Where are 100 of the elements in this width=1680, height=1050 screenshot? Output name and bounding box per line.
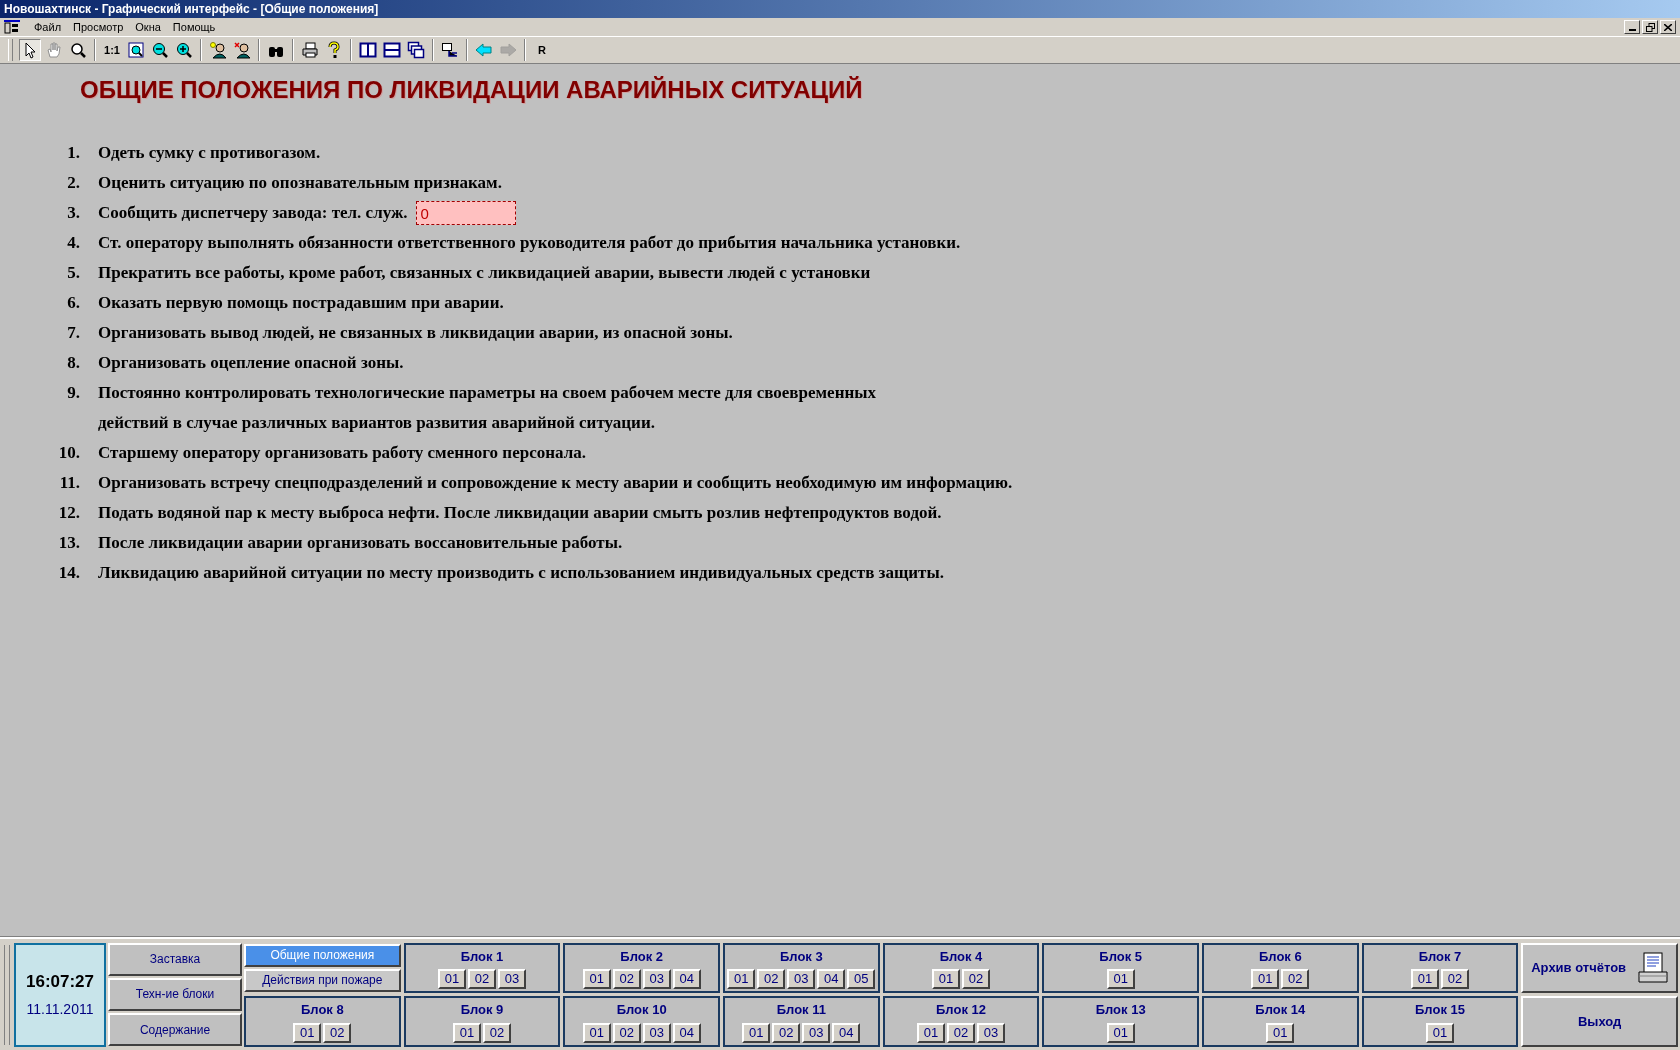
unit-button[interactable]: 01	[582, 969, 611, 989]
item-number: 8.	[66, 352, 81, 375]
unit-button[interactable]: 01	[438, 969, 466, 989]
unit-button[interactable]: 02	[468, 969, 496, 989]
phone-input-field[interactable]: 0	[415, 201, 516, 225]
close-button[interactable]	[1660, 20, 1676, 34]
instruction-text: Старшему оператору организовать работу сменного персонала.	[98, 442, 586, 465]
unit-button[interactable]: 04	[672, 969, 701, 989]
unit-button[interactable]: 02	[323, 1022, 352, 1043]
item-number: 10.	[57, 442, 81, 465]
block-title: Блок 13	[1095, 1001, 1146, 1019]
unit-button[interactable]: 03	[787, 969, 816, 989]
instruction-text: Подать водяной пар к месту выброса нефти. После ликвидации аварии смыть розлив нефтепродуктов водой.	[98, 502, 942, 525]
instruction-text: Прекратить все работы, кроме работ, связанных с ликвидацией аварии, вывести людей с установки	[98, 262, 871, 285]
exit-button[interactable]: Выход	[1521, 996, 1678, 1047]
block-title: Блок 6	[1258, 947, 1302, 966]
unit-button[interactable]: 02	[612, 1022, 641, 1043]
block-title: Блок 1	[460, 947, 504, 966]
unit-button[interactable]: 02	[612, 969, 641, 989]
unit-button[interactable]: 03	[642, 969, 671, 989]
block-title: Блок 5	[1099, 947, 1143, 966]
unit-button[interactable]: 02	[947, 1022, 975, 1043]
unit-button[interactable]: 02	[772, 1022, 801, 1043]
right-arrow-icon	[499, 41, 517, 59]
pointer-button[interactable]	[19, 39, 41, 61]
unit-button[interactable]: 04	[672, 1022, 701, 1043]
menu-item[interactable]: Помощь	[166, 21, 222, 33]
block-title: Блок 10	[616, 1001, 667, 1019]
unit-button[interactable]: 01	[582, 1022, 611, 1043]
menu-item[interactable]: Файл	[28, 21, 68, 33]
item-number: 3.	[66, 202, 81, 225]
page-tab[interactable]: Действия при пожаре	[244, 968, 401, 992]
minimize-button[interactable]	[1624, 20, 1640, 34]
unit-button[interactable]: 01	[1426, 1022, 1454, 1043]
unit-button[interactable]: 03	[802, 1022, 831, 1043]
instruction-text: Организовать оцепление опасной зоны.	[98, 352, 404, 375]
person-remove-icon	[233, 41, 251, 59]
window-list-icon	[441, 41, 459, 59]
item-number: 5.	[66, 262, 81, 285]
unit-button[interactable]: 01	[1106, 1022, 1135, 1043]
instruction-text: Постоянно контролировать технологические параметры на своем рабочем месте для своевременных	[98, 382, 877, 405]
unit-button[interactable]: 01	[742, 1022, 771, 1043]
unit-button[interactable]: 01	[1106, 969, 1135, 989]
item-number: 2.	[66, 172, 81, 195]
unit-button[interactable]: 01	[932, 969, 960, 989]
instruction-text: Ст. оператору выполнять обязанности ответственного руководителя работ до прибытия начальника установки.	[98, 232, 961, 255]
unit-button[interactable]: 03	[642, 1022, 671, 1043]
block-title: Блок 3	[779, 947, 823, 966]
block-title: Блок 9	[460, 1001, 504, 1019]
restore-button[interactable]	[1642, 20, 1658, 34]
item-number: 7.	[66, 322, 81, 345]
unit-button[interactable]: 02	[1441, 969, 1469, 989]
left-arrow-icon	[475, 41, 493, 59]
menu-item[interactable]: Просмотр	[67, 21, 130, 33]
restore-icon	[1645, 22, 1655, 32]
unit-button[interactable]: 01	[1251, 969, 1280, 989]
person-icon	[209, 41, 227, 59]
nav-button[interactable]: Содержание	[108, 1013, 242, 1047]
unit-button[interactable]: 04	[832, 1022, 861, 1043]
app-icon[interactable]	[4, 20, 20, 34]
instruction-text: Одеть сумку с противогазом.	[98, 142, 321, 165]
toolbar-button[interactable]: 1:1	[101, 39, 123, 61]
unit-button[interactable]: 03	[498, 969, 526, 989]
unit-button[interactable]: 02	[962, 969, 990, 989]
instruction-text: Оказать первую помощь пострадавшим при аварии.	[98, 292, 504, 315]
unit-button[interactable]: 02	[1281, 969, 1310, 989]
person-button[interactable]	[207, 39, 229, 61]
person-remove-button[interactable]	[231, 39, 253, 61]
menu-item[interactable]: Окна	[129, 21, 167, 33]
block-title: Блок 8	[300, 1001, 344, 1019]
toolbar-button[interactable]: R	[531, 39, 553, 61]
printer-document-icon	[1638, 951, 1669, 984]
rows-icon	[383, 41, 401, 59]
zoom-in-icon	[175, 41, 193, 59]
unit-button[interactable]: 01	[1411, 969, 1439, 989]
clock-time: 16:07:27	[25, 971, 95, 994]
cascade-button[interactable]	[405, 39, 427, 61]
unit-button[interactable]: 01	[1266, 1022, 1295, 1043]
unit-button[interactable]: 01	[727, 969, 756, 989]
nav-button[interactable]: Заставка	[108, 942, 242, 976]
zoom-fit-icon	[127, 41, 145, 59]
zoom-out-icon	[151, 41, 169, 59]
instruction-text: действий в случае различных вариантов развития аварийной ситуации.	[98, 412, 655, 435]
printer-button[interactable]	[299, 39, 321, 61]
item-number: 14.	[57, 562, 81, 585]
unit-button[interactable]: 02	[757, 969, 786, 989]
archive-button[interactable]: Архив отчётов	[1521, 942, 1678, 993]
unit-button[interactable]: 02	[483, 1022, 511, 1043]
instruction-text: После ликвидации аварии организовать воссановительные работы.	[98, 532, 623, 555]
nav-button[interactable]: Техн-ие блоки	[108, 977, 242, 1012]
window-title: Новошахтинск - Графический интерфейс - [Общие положения]	[4, 3, 379, 15]
instruction-text: Оценить ситуацию по опознавательным признакам.	[98, 172, 502, 195]
unit-button[interactable]: 03	[977, 1022, 1005, 1043]
instruction-text: Организовать встречу спецподразделений и сопровождение к месту аварии и сообщить необходимую им информацию.	[98, 472, 1013, 495]
unit-button[interactable]: 04	[817, 969, 846, 989]
unit-button[interactable]: 01	[293, 1022, 322, 1043]
zoom-fit-button[interactable]	[125, 39, 147, 61]
unit-button[interactable]: 01	[917, 1022, 945, 1043]
unit-button[interactable]: 05	[847, 969, 876, 989]
unit-button[interactable]: 01	[453, 1022, 481, 1043]
